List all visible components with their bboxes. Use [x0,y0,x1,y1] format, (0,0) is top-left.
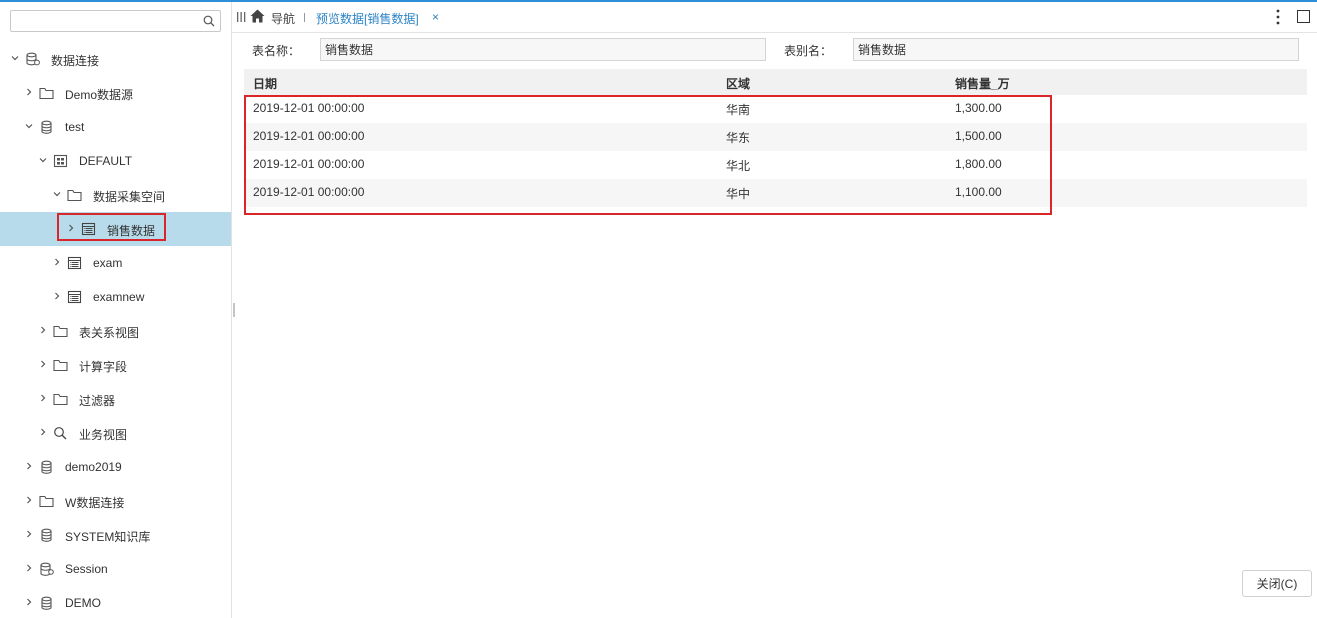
tree-item[interactable]: examnew [0,280,231,314]
folder-icon [39,495,54,508]
database-icon [41,528,52,542]
tree-item-label: W数据连接 [65,496,125,510]
chevron-down-icon[interactable] [10,53,20,63]
more-vertical-icon[interactable] [1276,9,1280,25]
folder-icon [53,359,68,372]
tree-item[interactable]: W数据连接 [0,484,231,518]
tree-item-label: Demo数据源 [65,88,134,102]
tree-item[interactable]: 表关系视图 [0,314,231,348]
tree-item-label: 数据连接 [51,54,100,68]
search-icon [54,427,67,440]
splitter-handle[interactable] [233,303,235,317]
chevron-right-icon[interactable] [24,563,34,573]
tree-item-label: test [65,120,85,134]
database-icon [41,460,52,474]
table-icon [67,256,82,270]
folder-icon [39,87,54,100]
tree-item-label: 计算字段 [79,360,128,374]
close-button[interactable]: 关闭(C) [1242,570,1312,597]
tree-item[interactable]: exam [0,246,231,280]
tree-item-label: 业务视图 [79,428,128,442]
nav-tab-label[interactable]: 导航 [271,10,295,27]
chevron-right-icon[interactable] [24,87,34,97]
selection-highlight-box [57,213,166,241]
chevron-down-icon[interactable] [38,155,48,165]
table-alias-field[interactable] [853,38,1299,61]
tab-close-icon[interactable]: × [432,10,439,24]
datasource-icon [26,52,40,66]
session-db-icon [40,562,54,576]
tree-item[interactable]: 计算字段 [0,348,231,382]
tree-item-label: 过滤器 [79,394,116,408]
menu-icon[interactable] [237,12,246,22]
tree-item[interactable]: demo2019 [0,450,231,484]
chevron-right-icon[interactable] [24,529,34,539]
tree-item[interactable]: Demo数据源 [0,76,231,110]
home-icon[interactable] [250,9,265,23]
table-name-label: 表名称： [252,44,301,58]
sidebar: 数据连接 Demo数据源 test DEFAULT 数据采集空间销售数据 exam exam… [0,2,232,618]
tree-item-label: 表关系视图 [79,326,140,340]
tree-item[interactable]: 业务视图 [0,416,231,450]
tree-item-label: exam [93,256,123,270]
tree-item-label: demo2019 [65,460,122,474]
database-icon [41,596,52,610]
table-alias-label: 表别名： [784,44,833,58]
tree-item-label: DEFAULT [79,154,133,168]
folder-icon [67,189,82,202]
search-icon[interactable] [203,15,215,27]
folder-icon [53,393,68,406]
chevron-right-icon[interactable] [24,597,34,607]
tree-item[interactable]: 数据采集空间 [0,178,231,212]
tree-item[interactable]: 数据连接 [0,42,231,76]
datasource-tree: 数据连接 Demo数据源 test DEFAULT 数据采集空间销售数据 exam exam… [0,42,231,618]
chevron-right-icon[interactable] [38,393,48,403]
grid-header: 日期 区域 销售量_万 [244,69,1307,95]
tree-item[interactable]: Session [0,552,231,586]
tab-bar: 导航 预览数据[销售数据] × [232,2,1317,33]
highlight-annotation-box [244,95,1052,215]
chevron-right-icon[interactable] [24,495,34,505]
chevron-right-icon[interactable] [24,461,34,471]
table-icon [67,290,82,304]
schema-icon [53,154,68,168]
database-icon [41,120,52,134]
chevron-right-icon[interactable] [38,427,48,437]
chevron-down-icon[interactable] [52,189,62,199]
maximize-icon[interactable] [1297,10,1310,23]
folder-icon [53,325,68,338]
tree-item[interactable]: test [0,110,231,144]
chevron-right-icon[interactable] [38,359,48,369]
tree-item[interactable]: SYSTEM知识库 [0,518,231,552]
tree-item[interactable]: 销售数据 [0,212,231,246]
search-input[interactable] [11,11,196,31]
chevron-right-icon[interactable] [38,325,48,335]
tree-item[interactable]: 过滤器 [0,382,231,416]
tree-item-label: examnew [93,290,145,304]
tab-separator [304,13,305,22]
tree-item-label: Session [65,562,108,576]
tree-item-label: 数据采集空间 [93,190,166,204]
search-box[interactable] [10,10,221,32]
table-name-field[interactable] [320,38,766,61]
chevron-right-icon[interactable] [52,291,62,301]
column-header-region[interactable]: 区域 [726,75,750,92]
column-header-date[interactable]: 日期 [253,75,277,92]
chevron-down-icon[interactable] [24,121,34,131]
tree-item-label: SYSTEM知识库 [65,530,151,544]
tree-item[interactable]: DEMO [0,586,231,618]
tree-item[interactable]: DEFAULT [0,144,231,178]
chevron-right-icon[interactable] [52,257,62,267]
tree-item-label: DEMO [65,596,101,610]
column-header-sales[interactable]: 销售量_万 [955,75,1010,92]
tab-preview-data[interactable]: 预览数据[销售数据] [316,10,419,27]
